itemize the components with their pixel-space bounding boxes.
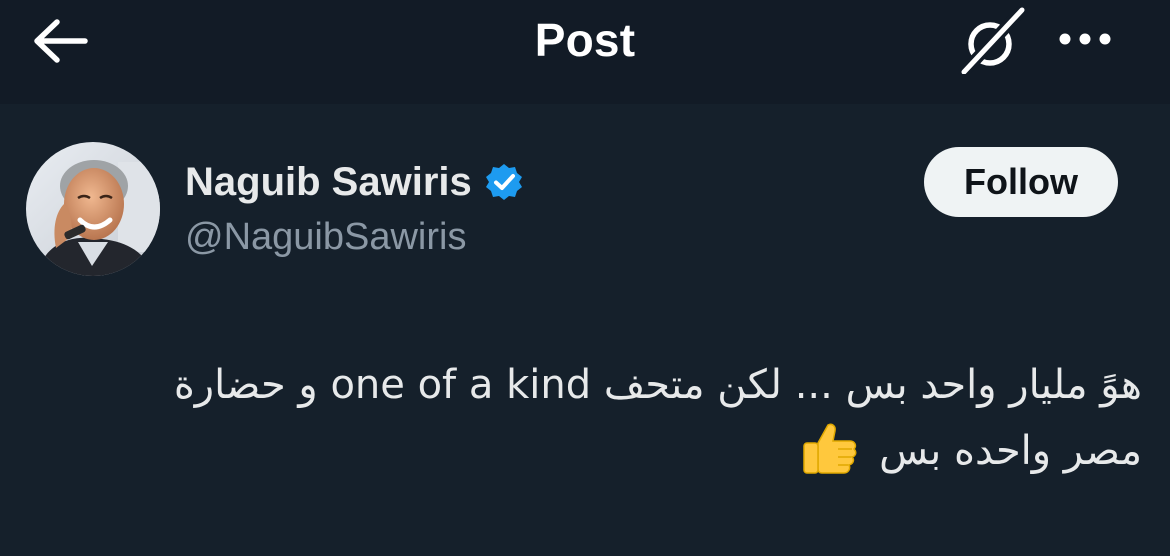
post-screen: Post Naguib Sawiris @NaguibSawiris Follo… [0,0,1170,556]
author-display-name: Naguib Sawiris [185,160,472,204]
author-name[interactable]: Naguib Sawiris [185,158,524,206]
avatar[interactable] [26,142,160,276]
post-text-line-2: مصر واحده بس [879,428,1142,474]
top-app-bar: Post [0,0,1170,104]
grok-icon [958,6,1028,74]
verified-badge-icon [485,164,522,200]
grok-button[interactable] [954,4,1030,76]
post-text: هوً مليار واحد بس ... لكن متحف one of a … [20,352,1142,484]
profile-photo-image [26,142,160,276]
author-handle[interactable]: @NaguibSawiris [185,214,466,260]
post-text-line-2-container: مصر واحده بس [20,418,1142,484]
more-horizontal-icon [1059,33,1111,45]
more-options-button[interactable] [1050,14,1120,64]
post-text-line-1: هوً مليار واحد بس ... لكن متحف one of a … [173,362,1142,408]
thumbs-up-icon [803,423,857,474]
follow-button[interactable]: Follow [924,147,1118,217]
